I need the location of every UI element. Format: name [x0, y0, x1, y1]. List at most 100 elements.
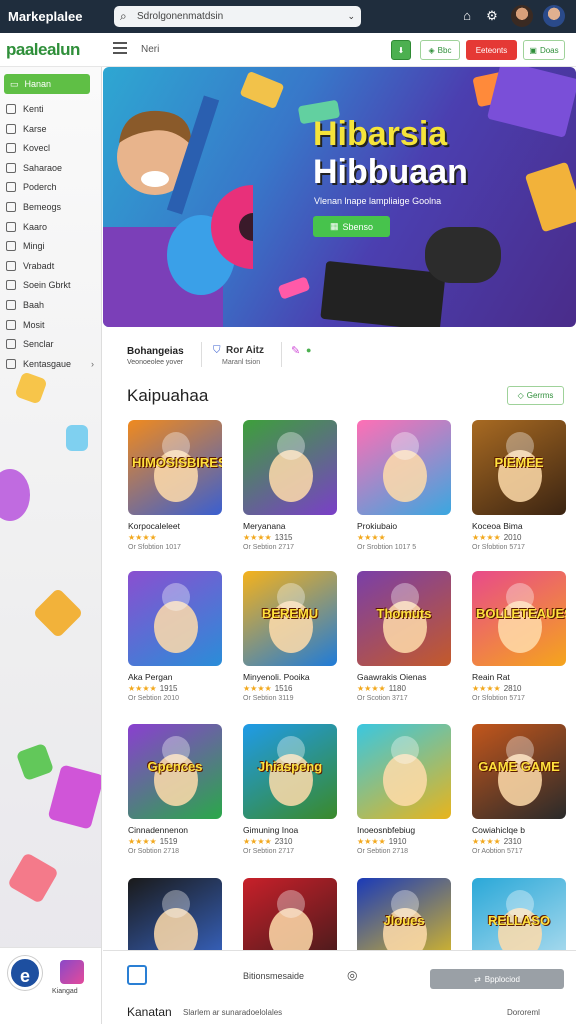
- pen-icon[interactable]: ✎: [291, 344, 300, 357]
- footer-title: Kanatan: [127, 1005, 172, 1019]
- game-card[interactable]: HIMOSISBIRES Korpocaleleet ★★★★ Or Sfobtion…: [128, 420, 224, 551]
- hero-cta-button[interactable]: ▦ Sbenso: [313, 216, 390, 237]
- game-card[interactable]: Inoeosnbfebiug ★★★★ 1910 Or Sebtion 2718: [357, 724, 453, 855]
- game-card[interactable]: BEREMU Minyenoli. Pooika ★★★★ 1516 Or Sebtio…: [243, 571, 339, 702]
- game-thumbnail[interactable]: Jhiaspeng: [243, 724, 337, 819]
- app-logo-icon[interactable]: e: [8, 956, 42, 990]
- app-shortcut-icon[interactable]: [60, 960, 84, 984]
- sidebar-item[interactable]: Bemeogs: [6, 199, 94, 215]
- search-bar[interactable]: ⌕ Sdrolgonenmatdsin ⌄: [114, 6, 361, 27]
- footer-link[interactable]: Dororeml: [507, 1008, 540, 1017]
- sidebar-item-icon: [6, 104, 16, 114]
- decor-shape: [0, 469, 30, 521]
- game-score: 1915: [159, 684, 178, 693]
- game-card[interactable]: Jhiaspeng Gimuning Inoa ★★★★ 2310 Or Sebtion…: [243, 724, 339, 855]
- game-title[interactable]: Gimuning Inoa: [243, 825, 339, 835]
- sidebar-item[interactable]: Kentasgaue ›: [6, 356, 94, 372]
- chevron-down-icon[interactable]: ⌄: [347, 11, 355, 22]
- nav-button-c[interactable]: Eeteonts: [466, 40, 517, 60]
- sidebar-item[interactable]: Kenti: [6, 101, 94, 117]
- section-button[interactable]: ◇ Gerrms: [507, 386, 564, 405]
- game-thumbnail[interactable]: Thomuts: [357, 571, 451, 666]
- game-meta: Or Sebtion 2717: [243, 544, 294, 551]
- app-icon[interactable]: [127, 965, 147, 985]
- game-thumbnail[interactable]: [357, 724, 451, 819]
- game-title[interactable]: Cinnadennenon: [128, 825, 224, 835]
- hero-cta-label: Sbenso: [342, 221, 374, 232]
- game-title[interactable]: Koceoa Bima: [472, 521, 568, 531]
- game-title[interactable]: Korpocaleleet: [128, 521, 224, 531]
- sidebar-item[interactable]: Soein Gbrkt: [6, 277, 94, 293]
- strip-b-title[interactable]: Ror Aitz: [226, 345, 264, 356]
- game-thumbnail[interactable]: HIMOSISBIRES: [128, 420, 222, 515]
- game-title[interactable]: Minyenoli. Pooika: [243, 672, 339, 682]
- game-thumbnail[interactable]: [128, 571, 222, 666]
- game-title[interactable]: Cowiahiclqe b: [472, 825, 568, 835]
- settings-icon[interactable]: ⚙: [483, 7, 501, 25]
- decor-shape: [32, 587, 84, 639]
- game-meta: Or Sebtion 3119: [243, 695, 294, 702]
- strip-b-subtitle: Maranl tsion: [222, 359, 261, 366]
- sidebar-item-active[interactable]: ▭ Hanan: [4, 74, 90, 94]
- game-thumbnail[interactable]: GAME GAME: [472, 724, 566, 819]
- game-score: 1315: [274, 533, 293, 542]
- game-card[interactable]: Gpences Cinnadennenon ★★★★ 1519 Or Sobtion 2…: [128, 724, 224, 855]
- sidebar-item[interactable]: Kovecl: [6, 140, 94, 156]
- game-thumbnail[interactable]: BOLLETEAUES: [472, 571, 566, 666]
- download-button[interactable]: ⬇: [391, 40, 411, 60]
- sidebar-item[interactable]: Saharaoe: [6, 160, 94, 176]
- search-icon: ⌕: [120, 9, 127, 23]
- hero-banner[interactable]: Hibarsia Hibbuaan Vlenan lnape lampliaig…: [103, 67, 576, 327]
- game-meta: Or Sfobtion 1017: [128, 544, 181, 551]
- sidebar-item[interactable]: Mingi: [6, 238, 94, 254]
- game-title[interactable]: Inoeosnbfebiug: [357, 825, 453, 835]
- home-icon: ▭: [10, 78, 19, 89]
- sidebar-item-label: Kovecl: [23, 143, 51, 154]
- sidebar-item-label: Saharaoe: [23, 162, 63, 173]
- game-thumbnail-title: Gpences: [147, 759, 203, 774]
- game-thumbnail[interactable]: [243, 420, 337, 515]
- avatar[interactable]: [511, 5, 533, 27]
- game-card[interactable]: PIEMEE Koceoa Bima ★★★★ 2010 Or Sfobtion 571…: [472, 420, 568, 551]
- game-card[interactable]: Aka Pergan ★★★★ 1915 Or Sebtion 2010: [128, 571, 224, 702]
- search-input[interactable]: Sdrolgonenmatdsin: [137, 11, 347, 22]
- menu-icon[interactable]: [113, 42, 127, 54]
- section-title: Kaipuahaa: [127, 386, 209, 405]
- strip-a-title[interactable]: Bohangeias: [127, 346, 184, 357]
- game-title[interactable]: Prokiubaio: [357, 521, 453, 531]
- nav-button-d[interactable]: ▣ Doas: [523, 40, 565, 60]
- game-thumbnail[interactable]: BEREMU: [243, 571, 337, 666]
- sidebar-item[interactable]: Karse: [6, 121, 94, 137]
- game-thumbnail[interactable]: PIEMEE: [472, 420, 566, 515]
- sidebar-item[interactable]: Mosit: [6, 317, 94, 333]
- game-card[interactable]: Prokiubaio ★★★★ Or Srobtion 1017 5: [357, 420, 453, 551]
- sidebar-item-icon: [6, 143, 16, 154]
- menu-label[interactable]: Neri: [141, 44, 159, 55]
- sidebar-item-icon: [6, 123, 16, 134]
- sidebar-item[interactable]: Baah: [6, 297, 94, 313]
- info-strip: Bohangeias Veonoeolee yover ⛉ Ror Aitz M…: [103, 330, 576, 375]
- footer-action-button[interactable]: ⇄ Bpplociod: [430, 969, 564, 989]
- game-title[interactable]: Meryanana: [243, 521, 339, 531]
- game-title[interactable]: Gaawrakis Oienas: [357, 672, 453, 682]
- sidebar-item[interactable]: Poderch: [6, 179, 94, 195]
- game-card[interactable]: BOLLETEAUES Reain Rat ★★★★ 2810 Or Sfobtion …: [472, 571, 568, 702]
- game-score: 2310: [503, 837, 522, 846]
- sidebar-item[interactable]: Vrabadt: [6, 258, 94, 274]
- star-icon: ★★★★: [128, 533, 157, 542]
- sidebar-item[interactable]: Senclar: [6, 336, 94, 352]
- game-card[interactable]: Meryanana ★★★★ 1315 Or Sebtion 2717: [243, 420, 339, 551]
- game-card[interactable]: Thomuts Gaawrakis Oienas ★★★★ 1180 Or Scotio…: [357, 571, 453, 702]
- game-thumbnail[interactable]: [357, 420, 451, 515]
- nav-button-b[interactable]: ◈ Bbc: [420, 40, 460, 60]
- profile-avatar[interactable]: [543, 5, 565, 27]
- decor-block: [486, 67, 576, 138]
- game-title[interactable]: Aka Pergan: [128, 672, 224, 682]
- view-icon[interactable]: ◎: [347, 968, 357, 982]
- game-card[interactable]: GAME GAME Cowiahiclqe b ★★★★ 2310 Or Aobtion…: [472, 724, 568, 855]
- sidebar-item[interactable]: Kaaro: [6, 219, 94, 235]
- game-title[interactable]: Reain Rat: [472, 672, 568, 682]
- brand-logo[interactable]: paalealun: [6, 40, 80, 60]
- home-icon[interactable]: ⌂: [458, 7, 476, 25]
- game-thumbnail[interactable]: Gpences: [128, 724, 222, 819]
